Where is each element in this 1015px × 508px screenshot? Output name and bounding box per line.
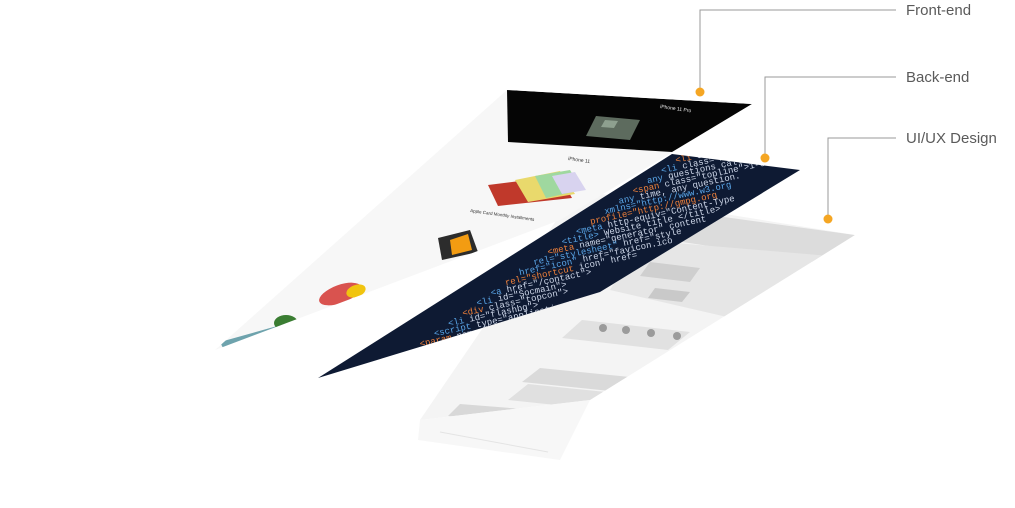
backend-label: Back-end xyxy=(906,69,970,86)
wireframe-icon-5 xyxy=(696,336,704,344)
section-3-title: Apple Watch Studio xyxy=(450,264,490,274)
diagram-canvas: <li class="mnl_phone"><li class="mnl_pho… xyxy=(215,9,896,460)
wireframe-icon-3 xyxy=(647,329,655,337)
wireframe-icon-1 xyxy=(599,324,607,332)
uiux-leader-line xyxy=(827,137,896,219)
section-4-title: AirPods xyxy=(372,318,389,325)
wireframe-icon-4 xyxy=(673,332,681,340)
backend-leader-line xyxy=(764,76,896,158)
layered-stack-diagram: <li class="mnl_phone"> <li class="mnl_pho… xyxy=(0,0,1015,508)
uiux-label: UI/UX Design xyxy=(906,130,997,147)
wireframe-icon-2 xyxy=(622,326,630,334)
backend-marker-dot xyxy=(760,153,770,163)
uiux-marker-dot xyxy=(823,214,833,224)
frontend-label: Front-end xyxy=(906,2,972,19)
product-watch-face xyxy=(416,280,442,302)
airpods-figure-body xyxy=(277,328,295,346)
frontend-marker-dot xyxy=(695,87,705,97)
frontend-leader-line xyxy=(699,9,896,92)
airpods-figure-head xyxy=(274,315,298,331)
